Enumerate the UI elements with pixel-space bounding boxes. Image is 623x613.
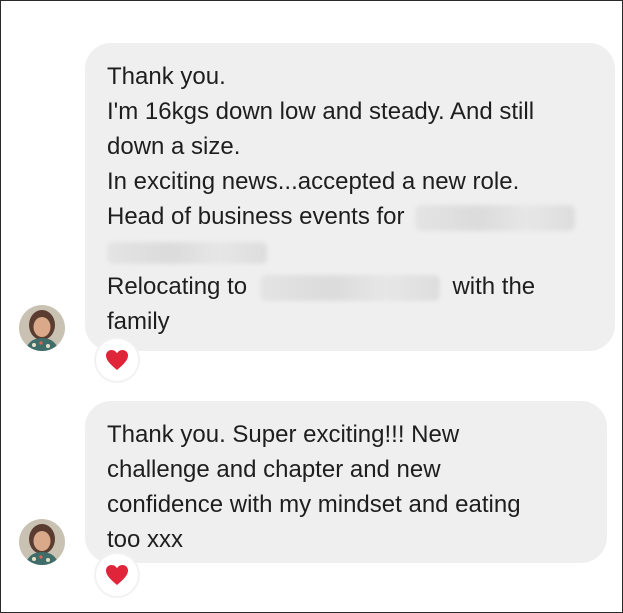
message-text-line: family	[107, 308, 170, 335]
message-text-line: confidence with my mindset and eating	[107, 491, 521, 518]
message-text-line: I'm 16kgs down low and steady. And still	[107, 98, 535, 125]
message-text-line	[107, 234, 597, 269]
avatar[interactable]	[19, 305, 65, 351]
message-text-line: challenge and chapter and new	[107, 456, 441, 483]
message-text-segment: Head of business events for	[107, 203, 405, 230]
message-text-line: Thank you. Super exciting!!! New	[107, 421, 460, 448]
message-text-line: In exciting news...accepted a new role.	[107, 168, 520, 195]
heart-icon	[106, 565, 128, 585]
message-text-line: Head of business events for	[107, 199, 597, 234]
message-text-line: Relocating to with the	[107, 269, 597, 304]
message-text-segment: Relocating to	[107, 273, 248, 300]
reaction-badge[interactable]	[96, 554, 138, 596]
message-bubble[interactable]: Thank you. I'm 16kgs down low and steady…	[85, 43, 615, 351]
redacted-text	[259, 274, 440, 301]
avatar-image	[19, 519, 65, 565]
message-text-segment: with the	[452, 273, 536, 300]
redacted-text	[415, 204, 576, 231]
avatar-image	[19, 305, 65, 351]
redacted-text	[107, 241, 267, 264]
message-text-line: down a size.	[107, 133, 241, 160]
heart-icon	[106, 350, 128, 370]
message-text-line: Thank you.	[107, 63, 226, 90]
chat-thread: Thank you. I'm 16kgs down low and steady…	[0, 0, 623, 613]
avatar[interactable]	[19, 519, 65, 565]
message-bubble[interactable]: Thank you. Super exciting!!! New challen…	[85, 401, 607, 563]
message-text-line: too xxx	[107, 526, 184, 553]
reaction-badge[interactable]	[96, 339, 138, 381]
